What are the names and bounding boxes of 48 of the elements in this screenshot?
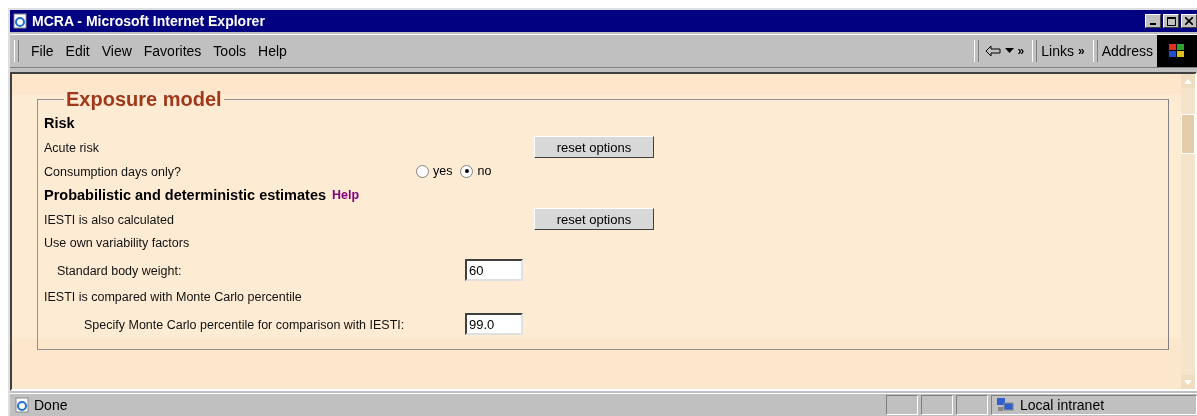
status-panel (886, 395, 918, 415)
browser-icon (12, 13, 28, 29)
status-text: Done (34, 397, 68, 413)
zone-label: Local intranet (1020, 397, 1105, 413)
help-link[interactable]: Help (332, 188, 360, 202)
reset-button[interactable]: reset options (534, 136, 654, 158)
status-panel (921, 395, 953, 415)
maximize-icon (1166, 16, 1176, 26)
menu-item[interactable]: Tools (207, 41, 253, 61)
page-icon (14, 397, 30, 413)
reset-button[interactable]: reset options (534, 208, 654, 230)
windows-logo (1157, 35, 1197, 67)
minimize-button[interactable] (1145, 14, 1161, 28)
status-panel (956, 395, 988, 415)
section-heading: Risk (44, 115, 75, 131)
option-label: Use own variability factors (44, 236, 190, 250)
field-label: Standard body weight: (57, 263, 182, 278)
option-label: Consumption days only? (44, 164, 181, 179)
radio-icon[interactable] (416, 164, 429, 178)
address-label[interactable]: Address (1101, 43, 1153, 59)
radio-icon[interactable] (460, 164, 474, 178)
section-heading: Probabilistic and deterministic estimates (44, 187, 327, 203)
radio-option[interactable]: yes (416, 164, 453, 178)
chevron-icon[interactable]: » (1017, 44, 1025, 58)
window-title: MCRA - Microsoft Internet Explorer (32, 13, 266, 29)
option-label: Acute risk (44, 140, 99, 155)
input-field[interactable]: 60 (465, 259, 523, 281)
section-title: Exposure model (65, 88, 223, 111)
scroll-thumb[interactable] (1181, 114, 1195, 154)
scrollbar[interactable] (1181, 74, 1195, 389)
input-field[interactable]: 99.0 (465, 313, 523, 335)
menu-item[interactable]: Help (252, 41, 293, 61)
menu-item[interactable]: View (95, 41, 138, 61)
maximize-button[interactable] (1163, 14, 1179, 28)
menu-item[interactable]: File (25, 41, 60, 61)
radio-option[interactable]: no (460, 164, 492, 178)
menu-item[interactable]: Edit (59, 41, 96, 61)
option-label: IESTI is also calculated (44, 212, 174, 227)
back-arrow-icon[interactable] (984, 45, 1001, 57)
menu-item[interactable]: Favorites (137, 41, 208, 61)
close-button[interactable] (1181, 14, 1197, 28)
links-label[interactable]: Links (1041, 43, 1074, 59)
option-label: IESTI is compared with Monte Carlo percentile (44, 290, 302, 304)
close-icon (1185, 17, 1193, 25)
chevron-icon[interactable]: » (1077, 44, 1085, 58)
network-icon (996, 397, 1014, 413)
dropdown-caret-icon[interactable] (1004, 48, 1014, 54)
field-label: Specify Monte Carlo percentile for comparison with IESTI: (84, 317, 405, 332)
